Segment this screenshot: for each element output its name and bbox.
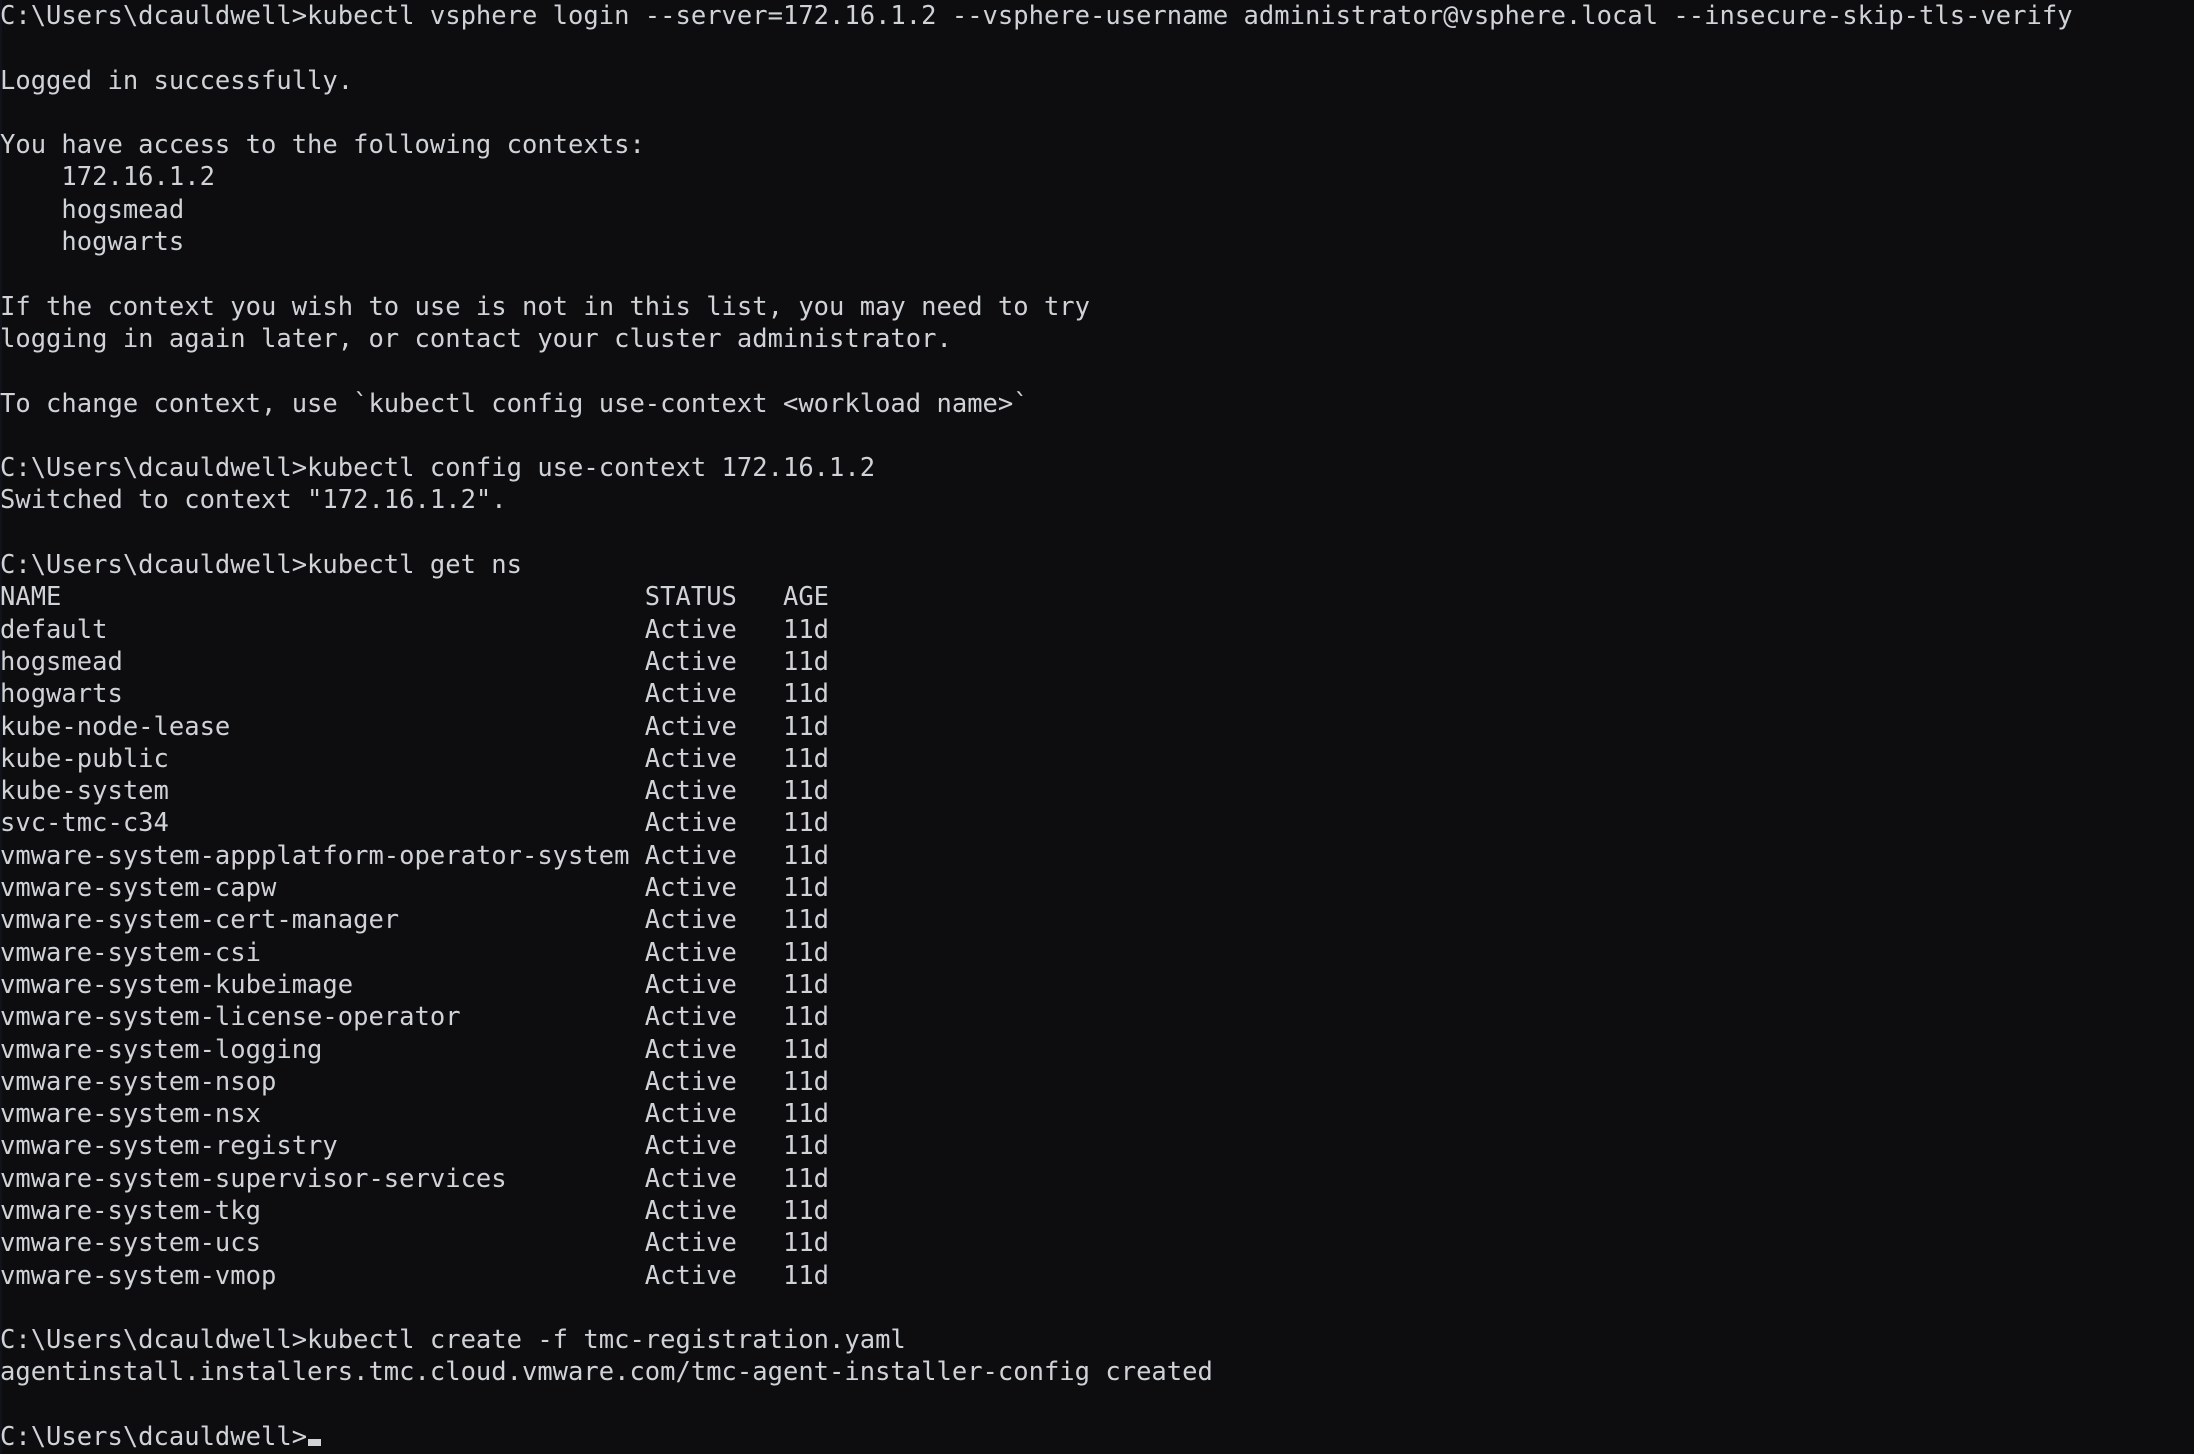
table-row: vmware-system-capw Active 11d <box>0 873 830 904</box>
table-row: vmware-system-registry Active 11d <box>0 1131 830 1162</box>
table-row: vmware-system-csi Active 11d <box>0 937 830 968</box>
context-list-item: hogsmead <box>0 194 185 225</box>
table-row: vmware-system-license-operator Active 11… <box>0 1002 830 1033</box>
switched-context-message: Switched to context "172.16.1.2". <box>0 485 507 516</box>
table-row: vmware-system-logging Active 11d <box>0 1034 830 1065</box>
prompt-text: C:\Users\dcauldwell> <box>0 1422 308 1453</box>
table-row: vmware-system-tkg Active 11d <box>0 1195 830 1226</box>
context-list-item: hogwarts <box>0 227 185 258</box>
namespaces-table-header: NAME STATUS AGE <box>0 582 830 613</box>
table-row: kube-public Active 11d <box>0 743 830 774</box>
command-line-vsphere-login: C:\Users\dcauldwell>kubectl vsphere logi… <box>0 1 2073 31</box>
context-help-line-1: If the context you wish to use is not in… <box>0 291 1091 322</box>
table-row: hogsmead Active 11d <box>0 646 830 677</box>
table-row: vmware-system-supervisor-services Active… <box>0 1163 830 1194</box>
table-row: vmware-system-appplatform-operator-syste… <box>0 840 830 871</box>
command-line-create: C:\Users\dcauldwell>kubectl create -f tm… <box>0 1325 906 1356</box>
table-row: vmware-system-cert-manager Active 11d <box>0 905 830 936</box>
change-context-hint: To change context, use `kubectl config u… <box>0 388 1029 419</box>
terminal-screen-buffer[interactable]: C:\Users\dcauldwell>kubectl vsphere logi… <box>0 0 2194 1453</box>
contexts-heading: You have access to the following context… <box>0 130 645 161</box>
context-list-item: 172.16.1.2 <box>0 162 215 193</box>
command-line-use-context: C:\Users\dcauldwell>kubectl config use-c… <box>0 453 876 484</box>
command-line-get-ns: C:\Users\dcauldwell>kubectl get ns <box>0 550 522 581</box>
table-row: vmware-system-nsx Active 11d <box>0 1099 830 1130</box>
table-row: vmware-system-vmop Active 11d <box>0 1260 830 1291</box>
table-row: vmware-system-kubeimage Active 11d <box>0 969 830 1000</box>
table-row: default Active 11d <box>0 614 830 645</box>
table-row: vmware-system-ucs Active 11d <box>0 1228 830 1259</box>
table-row: kube-node-lease Active 11d <box>0 711 830 742</box>
table-row: vmware-system-nsop Active 11d <box>0 1066 830 1097</box>
login-success-message: Logged in successfully. <box>0 65 354 96</box>
table-row: kube-system Active 11d <box>0 776 830 807</box>
table-row: svc-tmc-c34 Active 11d <box>0 808 830 839</box>
context-help-line-2: logging in again later, or contact your … <box>0 323 952 354</box>
active-prompt-line[interactable]: C:\Users\dcauldwell> <box>0 1421 2194 1453</box>
block-cursor <box>308 1439 322 1447</box>
table-row: hogwarts Active 11d <box>0 679 830 710</box>
create-output-message: agentinstall.installers.tmc.cloud.vmware… <box>0 1357 1213 1388</box>
terminal-window[interactable]: C:\Users\dcauldwell>kubectl vsphere logi… <box>0 0 2194 1454</box>
